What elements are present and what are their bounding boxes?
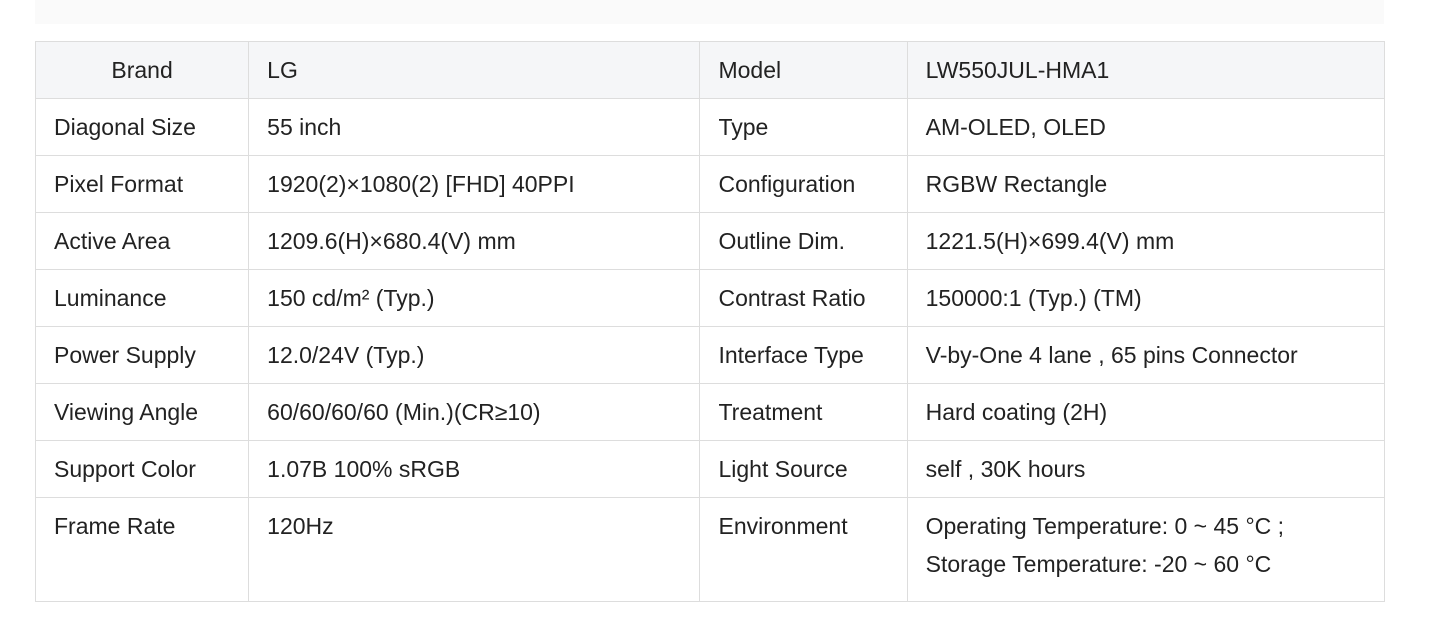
table-row: Support Color 1.07B 100% sRGB Light Sour…	[34, 440, 1386, 498]
spec-table: Brand LG Model LW550JUL-HMA1 Diagonal Si…	[34, 41, 1386, 602]
table-row: Diagonal Size 55 inch Type AM-OLED, OLED	[34, 98, 1386, 156]
model-value: LW550JUL-HMA1	[906, 41, 1386, 99]
spec-value: 1221.5(H)×699.4(V) mm	[906, 212, 1386, 270]
table-row: Viewing Angle 60/60/60/60 (Min.)(CR≥10) …	[34, 383, 1386, 441]
table-row: Frame Rate 120Hz Environment Operating T…	[34, 497, 1386, 602]
spec-value: 1.07B 100% sRGB	[248, 440, 701, 498]
spec-value: AM-OLED, OLED	[906, 98, 1386, 156]
spec-value: 55 inch	[248, 98, 701, 156]
model-label: Model	[699, 41, 908, 99]
table-row-header: Brand LG Model LW550JUL-HMA1	[34, 41, 1386, 99]
spec-value: self , 30K hours	[906, 440, 1386, 498]
spec-label: Power Supply	[34, 326, 250, 384]
spec-value: Hard coating (2H)	[906, 383, 1386, 441]
storage-temperature: Storage Temperature: -20 ~ 60 °C	[925, 551, 1272, 577]
spec-label: Configuration	[699, 155, 908, 213]
spec-label: Active Area	[34, 212, 250, 270]
spec-value: 150000:1 (Typ.) (TM)	[906, 269, 1386, 327]
spec-value: V-by-One 4 lane , 65 pins Connector	[906, 326, 1386, 384]
spec-label: Treatment	[699, 383, 908, 441]
spec-label: Contrast Ratio	[699, 269, 908, 327]
spec-label: Diagonal Size	[34, 98, 250, 156]
table-row: Active Area 1209.6(H)×680.4(V) mm Outlin…	[34, 212, 1386, 270]
spec-label: Outline Dim.	[699, 212, 908, 270]
table-row: Power Supply 12.0/24V (Typ.) Interface T…	[34, 326, 1386, 384]
spec-value: 1209.6(H)×680.4(V) mm	[248, 212, 701, 270]
spec-label: Light Source	[699, 440, 908, 498]
spec-value: 12.0/24V (Typ.)	[248, 326, 701, 384]
spec-label: Luminance	[34, 269, 250, 327]
table-row: Luminance 150 cd/m² (Typ.) Contrast Rati…	[34, 269, 1386, 327]
spec-label: Environment	[699, 497, 908, 602]
table-row: Pixel Format 1920(2)×1080(2) [FHD] 40PPI…	[34, 155, 1386, 213]
spec-value: RGBW Rectangle	[906, 155, 1386, 213]
spec-label: Interface Type	[699, 326, 908, 384]
spec-value: 1920(2)×1080(2) [FHD] 40PPI	[248, 155, 701, 213]
spec-value: 120Hz	[248, 497, 701, 602]
spec-label: Frame Rate	[34, 497, 250, 602]
environment-value: Operating Temperature: 0 ~ 45 °C ; Stora…	[906, 497, 1386, 602]
top-band	[35, 0, 1384, 24]
brand-value: LG	[248, 41, 701, 99]
spec-label: Pixel Format	[34, 155, 250, 213]
spec-value: 150 cd/m² (Typ.)	[248, 269, 701, 327]
spec-value: 60/60/60/60 (Min.)(CR≥10)	[248, 383, 701, 441]
spec-label: Type	[699, 98, 908, 156]
spec-label: Viewing Angle	[34, 383, 250, 441]
spec-label: Support Color	[34, 440, 250, 498]
brand-label: Brand	[34, 41, 250, 99]
operating-temperature: Operating Temperature: 0 ~ 45 °C ;	[925, 513, 1285, 539]
